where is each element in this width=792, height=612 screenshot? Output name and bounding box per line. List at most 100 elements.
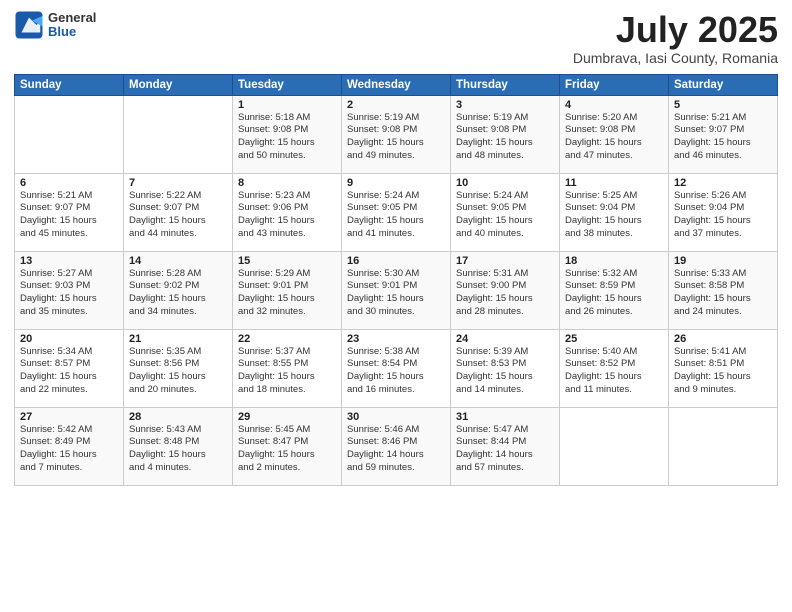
logo: General Blue <box>14 10 96 40</box>
weekday-header-monday: Monday <box>124 74 233 95</box>
day-info: Sunrise: 5:27 AM Sunset: 9:03 PM Dayligh… <box>20 268 118 319</box>
day-info: Sunrise: 5:37 AM Sunset: 8:55 PM Dayligh… <box>238 346 336 397</box>
calendar-cell: 29Sunrise: 5:45 AM Sunset: 8:47 PM Dayli… <box>233 407 342 485</box>
day-info: Sunrise: 5:42 AM Sunset: 8:49 PM Dayligh… <box>20 424 118 475</box>
month-title: July 2025 <box>573 10 778 50</box>
day-number: 5 <box>674 99 772 111</box>
day-info: Sunrise: 5:26 AM Sunset: 9:04 PM Dayligh… <box>674 190 772 241</box>
weekday-header-friday: Friday <box>560 74 669 95</box>
calendar-cell: 17Sunrise: 5:31 AM Sunset: 9:00 PM Dayli… <box>451 251 560 329</box>
day-number: 21 <box>129 333 227 345</box>
calendar-cell: 21Sunrise: 5:35 AM Sunset: 8:56 PM Dayli… <box>124 329 233 407</box>
calendar-cell: 6Sunrise: 5:21 AM Sunset: 9:07 PM Daylig… <box>15 173 124 251</box>
calendar-cell: 24Sunrise: 5:39 AM Sunset: 8:53 PM Dayli… <box>451 329 560 407</box>
day-info: Sunrise: 5:41 AM Sunset: 8:51 PM Dayligh… <box>674 346 772 397</box>
calendar-table: SundayMondayTuesdayWednesdayThursdayFrid… <box>14 74 778 486</box>
day-number: 22 <box>238 333 336 345</box>
day-info: Sunrise: 5:28 AM Sunset: 9:02 PM Dayligh… <box>129 268 227 319</box>
day-number: 17 <box>456 255 554 267</box>
day-info: Sunrise: 5:39 AM Sunset: 8:53 PM Dayligh… <box>456 346 554 397</box>
calendar-cell: 31Sunrise: 5:47 AM Sunset: 8:44 PM Dayli… <box>451 407 560 485</box>
calendar-cell: 20Sunrise: 5:34 AM Sunset: 8:57 PM Dayli… <box>15 329 124 407</box>
day-info: Sunrise: 5:18 AM Sunset: 9:08 PM Dayligh… <box>238 112 336 163</box>
day-number: 13 <box>20 255 118 267</box>
page-header: General Blue July 2025 Dumbrava, Iasi Co… <box>14 10 778 66</box>
day-info: Sunrise: 5:38 AM Sunset: 8:54 PM Dayligh… <box>347 346 445 397</box>
day-number: 15 <box>238 255 336 267</box>
weekday-header-sunday: Sunday <box>15 74 124 95</box>
day-info: Sunrise: 5:24 AM Sunset: 9:05 PM Dayligh… <box>347 190 445 241</box>
calendar-cell: 10Sunrise: 5:24 AM Sunset: 9:05 PM Dayli… <box>451 173 560 251</box>
day-number: 2 <box>347 99 445 111</box>
day-number: 31 <box>456 411 554 423</box>
location: Dumbrava, Iasi County, Romania <box>573 50 778 66</box>
day-info: Sunrise: 5:32 AM Sunset: 8:59 PM Dayligh… <box>565 268 663 319</box>
calendar-cell <box>560 407 669 485</box>
day-info: Sunrise: 5:19 AM Sunset: 9:08 PM Dayligh… <box>456 112 554 163</box>
calendar-cell <box>669 407 778 485</box>
calendar-cell: 23Sunrise: 5:38 AM Sunset: 8:54 PM Dayli… <box>342 329 451 407</box>
calendar-cell: 9Sunrise: 5:24 AM Sunset: 9:05 PM Daylig… <box>342 173 451 251</box>
day-info: Sunrise: 5:30 AM Sunset: 9:01 PM Dayligh… <box>347 268 445 319</box>
calendar-cell: 7Sunrise: 5:22 AM Sunset: 9:07 PM Daylig… <box>124 173 233 251</box>
day-info: Sunrise: 5:22 AM Sunset: 9:07 PM Dayligh… <box>129 190 227 241</box>
calendar-cell: 14Sunrise: 5:28 AM Sunset: 9:02 PM Dayli… <box>124 251 233 329</box>
day-number: 4 <box>565 99 663 111</box>
weekday-header-thursday: Thursday <box>451 74 560 95</box>
day-info: Sunrise: 5:21 AM Sunset: 9:07 PM Dayligh… <box>674 112 772 163</box>
calendar-cell: 13Sunrise: 5:27 AM Sunset: 9:03 PM Dayli… <box>15 251 124 329</box>
day-info: Sunrise: 5:25 AM Sunset: 9:04 PM Dayligh… <box>565 190 663 241</box>
day-info: Sunrise: 5:31 AM Sunset: 9:00 PM Dayligh… <box>456 268 554 319</box>
day-number: 16 <box>347 255 445 267</box>
day-info: Sunrise: 5:46 AM Sunset: 8:46 PM Dayligh… <box>347 424 445 475</box>
calendar-cell: 5Sunrise: 5:21 AM Sunset: 9:07 PM Daylig… <box>669 95 778 173</box>
day-number: 28 <box>129 411 227 423</box>
day-info: Sunrise: 5:43 AM Sunset: 8:48 PM Dayligh… <box>129 424 227 475</box>
day-number: 14 <box>129 255 227 267</box>
day-info: Sunrise: 5:20 AM Sunset: 9:08 PM Dayligh… <box>565 112 663 163</box>
day-number: 25 <box>565 333 663 345</box>
day-number: 6 <box>20 177 118 189</box>
day-number: 23 <box>347 333 445 345</box>
day-number: 26 <box>674 333 772 345</box>
logo-icon <box>14 10 44 40</box>
calendar-cell: 3Sunrise: 5:19 AM Sunset: 9:08 PM Daylig… <box>451 95 560 173</box>
calendar-cell: 30Sunrise: 5:46 AM Sunset: 8:46 PM Dayli… <box>342 407 451 485</box>
day-number: 7 <box>129 177 227 189</box>
calendar-cell: 25Sunrise: 5:40 AM Sunset: 8:52 PM Dayli… <box>560 329 669 407</box>
title-block: July 2025 Dumbrava, Iasi County, Romania <box>573 10 778 66</box>
day-info: Sunrise: 5:19 AM Sunset: 9:08 PM Dayligh… <box>347 112 445 163</box>
day-number: 20 <box>20 333 118 345</box>
day-number: 30 <box>347 411 445 423</box>
calendar-cell: 26Sunrise: 5:41 AM Sunset: 8:51 PM Dayli… <box>669 329 778 407</box>
day-info: Sunrise: 5:40 AM Sunset: 8:52 PM Dayligh… <box>565 346 663 397</box>
day-info: Sunrise: 5:47 AM Sunset: 8:44 PM Dayligh… <box>456 424 554 475</box>
weekday-header-tuesday: Tuesday <box>233 74 342 95</box>
logo-general-text: General <box>48 11 96 25</box>
weekday-header-saturday: Saturday <box>669 74 778 95</box>
calendar-cell: 4Sunrise: 5:20 AM Sunset: 9:08 PM Daylig… <box>560 95 669 173</box>
weekday-header-wednesday: Wednesday <box>342 74 451 95</box>
day-number: 10 <box>456 177 554 189</box>
day-number: 11 <box>565 177 663 189</box>
calendar-cell: 2Sunrise: 5:19 AM Sunset: 9:08 PM Daylig… <box>342 95 451 173</box>
calendar-cell <box>124 95 233 173</box>
calendar-cell: 8Sunrise: 5:23 AM Sunset: 9:06 PM Daylig… <box>233 173 342 251</box>
calendar-cell: 22Sunrise: 5:37 AM Sunset: 8:55 PM Dayli… <box>233 329 342 407</box>
day-info: Sunrise: 5:24 AM Sunset: 9:05 PM Dayligh… <box>456 190 554 241</box>
day-number: 1 <box>238 99 336 111</box>
calendar-cell <box>15 95 124 173</box>
day-info: Sunrise: 5:35 AM Sunset: 8:56 PM Dayligh… <box>129 346 227 397</box>
day-number: 18 <box>565 255 663 267</box>
day-number: 8 <box>238 177 336 189</box>
calendar-cell: 15Sunrise: 5:29 AM Sunset: 9:01 PM Dayli… <box>233 251 342 329</box>
calendar-cell: 27Sunrise: 5:42 AM Sunset: 8:49 PM Dayli… <box>15 407 124 485</box>
calendar-cell: 28Sunrise: 5:43 AM Sunset: 8:48 PM Dayli… <box>124 407 233 485</box>
day-number: 24 <box>456 333 554 345</box>
calendar-cell: 18Sunrise: 5:32 AM Sunset: 8:59 PM Dayli… <box>560 251 669 329</box>
day-number: 9 <box>347 177 445 189</box>
calendar-cell: 1Sunrise: 5:18 AM Sunset: 9:08 PM Daylig… <box>233 95 342 173</box>
day-info: Sunrise: 5:21 AM Sunset: 9:07 PM Dayligh… <box>20 190 118 241</box>
day-info: Sunrise: 5:45 AM Sunset: 8:47 PM Dayligh… <box>238 424 336 475</box>
day-number: 27 <box>20 411 118 423</box>
